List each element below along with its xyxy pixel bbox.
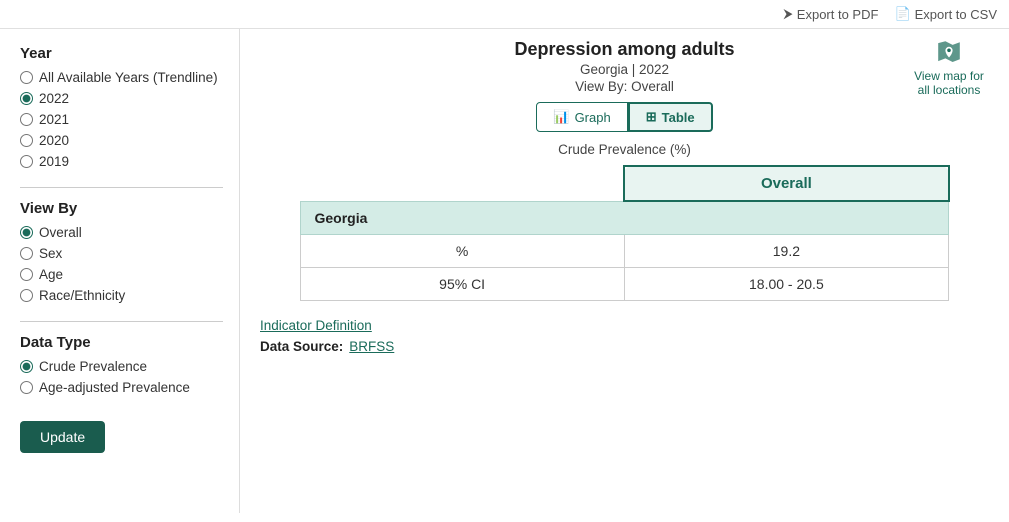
- tab-table-label: Table: [662, 110, 695, 125]
- map-link-label: View map for all locations: [909, 69, 989, 97]
- year-option-all[interactable]: All Available Years (Trendline): [20, 70, 223, 85]
- map-icon: [931, 39, 967, 67]
- ci-row: 95% CI 18.00 - 20.5: [300, 268, 949, 301]
- brfss-link[interactable]: BRFSS: [349, 339, 394, 354]
- ci-value: 18.00 - 20.5: [624, 268, 948, 301]
- year-option-2019[interactable]: 2019: [20, 154, 223, 169]
- update-button[interactable]: Update: [20, 421, 105, 453]
- year-radio-2021[interactable]: [20, 113, 33, 126]
- viewby-label-age: Age: [39, 267, 63, 282]
- viewby-option-age[interactable]: Age: [20, 267, 223, 282]
- table-icon: ⊞: [646, 109, 657, 125]
- data-table-container: Overall Georgia % 19.2 95% CI 18.00 - 20…: [260, 165, 989, 301]
- content-area: Depression among adults Georgia | 2022 V…: [240, 29, 1009, 513]
- viewby-section: View By Overall Sex Age Race/Ethnicity: [20, 200, 223, 303]
- export-pdf-icon: ⮞: [783, 6, 792, 22]
- indicator-section: Indicator Definition Data Source: BRFSS: [260, 317, 989, 354]
- year-radio-2019[interactable]: [20, 155, 33, 168]
- viewby-radio-overall[interactable]: [20, 226, 33, 239]
- viewby-option-race[interactable]: Race/Ethnicity: [20, 288, 223, 303]
- crude-prevalence-label: Crude Prevalence (%): [260, 142, 989, 157]
- title-block: Depression among adults Georgia | 2022 V…: [340, 39, 909, 132]
- main-layout: Year All Available Years (Trendline) 202…: [0, 29, 1009, 513]
- export-csv-label: Export to CSV: [915, 7, 997, 22]
- bar-chart-icon: 📊: [553, 109, 569, 125]
- datatype-section-title: Data Type: [20, 334, 223, 351]
- viewby-section-title: View By: [20, 200, 223, 217]
- viewby-radio-race[interactable]: [20, 289, 33, 302]
- year-label-2020: 2020: [39, 133, 69, 148]
- year-label-2019: 2019: [39, 154, 69, 169]
- year-label-all: All Available Years (Trendline): [39, 70, 218, 85]
- georgia-row: Georgia: [300, 201, 949, 235]
- indicator-definition-link[interactable]: Indicator Definition: [260, 318, 372, 333]
- year-option-2021[interactable]: 2021: [20, 112, 223, 127]
- divider-1: [20, 187, 223, 188]
- tab-graph-label: Graph: [575, 110, 611, 125]
- export-csv-icon: 📄: [894, 6, 910, 22]
- header-spacer: [300, 166, 624, 201]
- datatype-radio-crude[interactable]: [20, 360, 33, 373]
- export-pdf-link[interactable]: ⮞ Export to PDF: [783, 6, 878, 22]
- table-header-row: Overall: [300, 166, 949, 201]
- datatype-option-crude[interactable]: Crude Prevalence: [20, 359, 223, 374]
- export-pdf-label: Export to PDF: [797, 7, 879, 22]
- viewby-label-sex: Sex: [39, 246, 62, 261]
- georgia-label: Georgia: [300, 201, 949, 235]
- pct-col-header: %: [300, 235, 624, 268]
- pct-row: % 19.2: [300, 235, 949, 268]
- viewby-radio-sex[interactable]: [20, 247, 33, 260]
- top-bar: ⮞ Export to PDF 📄 Export to CSV: [0, 0, 1009, 29]
- datatype-label-crude: Crude Prevalence: [39, 359, 147, 374]
- viewby-option-sex[interactable]: Sex: [20, 246, 223, 261]
- ci-col-header: 95% CI: [300, 268, 624, 301]
- year-label-2021: 2021: [39, 112, 69, 127]
- year-label-2022: 2022: [39, 91, 69, 106]
- map-link[interactable]: View map for all locations: [909, 39, 989, 97]
- year-radio-2022[interactable]: [20, 92, 33, 105]
- data-table: Overall Georgia % 19.2 95% CI 18.00 - 20…: [300, 165, 950, 301]
- viewby-label-race: Race/Ethnicity: [39, 288, 125, 303]
- overall-header-cell: Overall: [624, 166, 948, 201]
- data-source-row: Data Source: BRFSS: [260, 339, 989, 354]
- subtitle: Georgia | 2022: [340, 62, 909, 77]
- year-radio-2020[interactable]: [20, 134, 33, 147]
- year-radio-all[interactable]: [20, 71, 33, 84]
- data-source-label: Data Source:: [260, 339, 343, 354]
- divider-2: [20, 321, 223, 322]
- datatype-radio-ageadj[interactable]: [20, 381, 33, 394]
- datatype-section: Data Type Crude Prevalence Age-adjusted …: [20, 334, 223, 395]
- viewby-label-overall: Overall: [39, 225, 82, 240]
- main-title: Depression among adults: [340, 39, 909, 60]
- year-option-2022[interactable]: 2022: [20, 91, 223, 106]
- viewby-option-overall[interactable]: Overall: [20, 225, 223, 240]
- tab-table-button[interactable]: ⊞ Table: [628, 102, 713, 132]
- year-option-2020[interactable]: 2020: [20, 133, 223, 148]
- datatype-option-ageadj[interactable]: Age-adjusted Prevalence: [20, 380, 223, 395]
- export-csv-link[interactable]: 📄 Export to CSV: [894, 6, 997, 22]
- content-header: Depression among adults Georgia | 2022 V…: [260, 39, 989, 132]
- view-by: View By: Overall: [340, 79, 909, 94]
- viewby-radio-age[interactable]: [20, 268, 33, 281]
- pct-value: 19.2: [624, 235, 948, 268]
- year-section-title: Year: [20, 45, 223, 62]
- datatype-label-ageadj: Age-adjusted Prevalence: [39, 380, 190, 395]
- sidebar: Year All Available Years (Trendline) 202…: [0, 29, 240, 513]
- year-section: Year All Available Years (Trendline) 202…: [20, 45, 223, 169]
- tab-row: 📊 Graph ⊞ Table: [340, 102, 909, 132]
- tab-graph-button[interactable]: 📊 Graph: [536, 102, 627, 132]
